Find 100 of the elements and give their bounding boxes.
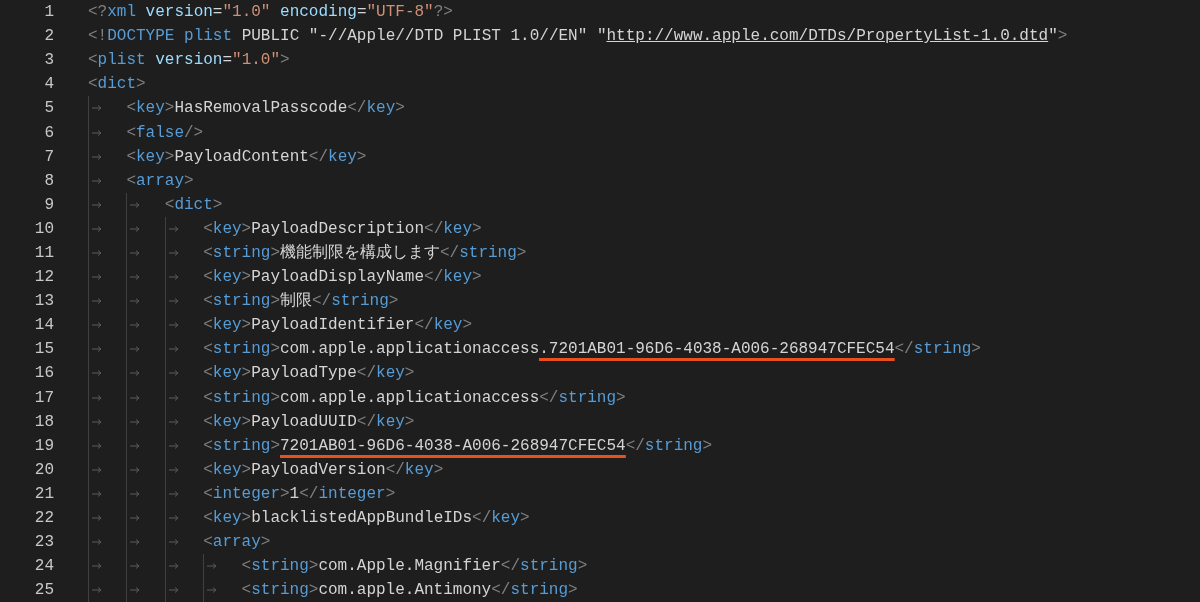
line-number: 20 [33, 460, 54, 479]
line-number: 3 [43, 51, 54, 70]
line-number: 12 [33, 268, 54, 287]
tab-arrow-icon [92, 370, 102, 377]
line-number: 11 [33, 244, 54, 262]
code-line: <!DOCTYPE plist PUBLIC "-//Apple//DTD PLIST 1.0//EN" "http://www.apple.com/DTDs/PropertyList-1.0.dtd"> [88, 26, 1068, 48]
line-number: 23 [33, 533, 54, 552]
tab-arrow-icon [207, 587, 218, 594]
line-number: 19 [33, 436, 54, 455]
tab-arrow-icon [130, 587, 141, 594]
tab-arrow-icon [92, 466, 102, 473]
line-number: 24 [33, 557, 54, 576]
line-number: 6 [43, 123, 54, 142]
tab-arrow-icon [207, 563, 218, 570]
tab-arrow-icon [92, 515, 102, 521]
tab-arrow-icon [130, 490, 141, 497]
code-line: <key>HasRemovalPasscode</key> [126, 98, 405, 120]
code-line: <string>com.Apple.Magnifier</string> [241, 556, 588, 578]
code-line: <string>com.apple.Antimony</string> [241, 580, 578, 602]
tab-arrow-icon [168, 298, 179, 305]
line-number: 16 [33, 364, 54, 383]
tab-arrow-icon [168, 274, 179, 281]
line-number: 14 [33, 316, 54, 335]
tab-arrow-icon [92, 201, 102, 208]
line-number: 5 [43, 99, 54, 118]
code-line: <false/> [126, 122, 204, 144]
tab-arrow-icon [168, 418, 179, 425]
tab-arrow-icon [92, 539, 102, 546]
tab-arrow-icon [92, 442, 102, 449]
line-number: 21 [33, 484, 54, 503]
tab-arrow-icon [92, 394, 102, 401]
tab-arrow-icon [92, 225, 102, 232]
tab-arrow-icon [92, 587, 102, 594]
tab-arrow-icon [168, 394, 179, 401]
line-number: 15 [33, 340, 54, 359]
line-number: 7 [43, 147, 54, 166]
tab-arrow-icon [130, 394, 141, 401]
line-number: 22 [33, 509, 54, 527]
code-line: <key>PayloadVersion</key> [203, 459, 444, 481]
line-number: 17 [33, 388, 54, 407]
code-line: <string>com.apple.applicationaccess.7201AB01-96D6-4038-A006-268947CFEC54</string> [203, 337, 981, 362]
code-line: <key>blacklistedAppBundleIDs</key> [203, 508, 530, 529]
tab-arrow-icon [92, 418, 102, 425]
tab-arrow-icon [168, 466, 179, 473]
line-number: 10 [33, 219, 54, 238]
tab-arrow-icon [168, 322, 179, 329]
tab-arrow-icon [130, 250, 141, 256]
code-line: <key>PayloadDisplayName</key> [203, 267, 482, 289]
line-number: 18 [33, 412, 54, 431]
line-number: 8 [43, 171, 54, 190]
tab-arrow-icon [92, 322, 102, 329]
code-line: <integer>1</integer> [203, 483, 396, 505]
tab-arrow-icon [168, 250, 179, 256]
tab-arrow-icon [130, 274, 141, 281]
tab-arrow-icon [92, 153, 102, 160]
tab-arrow-icon [130, 515, 141, 521]
code-line: <key>PayloadUUID</key> [203, 411, 415, 433]
code-line: <key>PayloadDescription</key> [203, 218, 482, 240]
code-line: <string>機能制限を構成します</string> [203, 243, 527, 264]
tab-arrow-icon [168, 370, 179, 377]
code-line: <string>com.apple.applicationaccess</string> [203, 387, 626, 409]
tab-arrow-icon [168, 515, 179, 521]
line-number: 25 [33, 581, 54, 600]
tab-arrow-icon [92, 177, 102, 184]
tab-arrow-icon [130, 418, 141, 425]
tab-arrow-icon [92, 129, 102, 136]
code-line: <dict> [164, 194, 223, 216]
code-line: <?xml version="1.0" encoding="UTF-8"?> [88, 2, 453, 24]
tab-arrow-icon [92, 563, 102, 570]
tab-arrow-icon [168, 563, 179, 570]
tab-arrow-icon [92, 346, 102, 353]
tab-arrow-icon [130, 466, 141, 473]
code-line: <array> [126, 170, 194, 192]
line-number: 2 [43, 27, 54, 46]
tab-arrow-icon [130, 539, 141, 546]
code-line: <array> [203, 532, 271, 554]
tab-arrow-icon [92, 250, 102, 256]
code-line: <plist version="1.0"> [88, 50, 290, 72]
tab-arrow-icon [168, 539, 179, 546]
tab-arrow-icon [92, 274, 102, 281]
tab-arrow-icon [168, 587, 179, 594]
code-line: <key>PayloadIdentifier</key> [203, 315, 473, 337]
tab-arrow-icon [92, 298, 102, 305]
code-line: <dict> [88, 74, 146, 96]
line-number: 13 [33, 292, 54, 311]
tab-arrow-icon [92, 490, 102, 497]
code-line: <string>制限</string> [203, 291, 399, 313]
line-number: 4 [43, 75, 54, 94]
tab-arrow-icon [130, 322, 141, 329]
tab-arrow-icon [92, 105, 102, 112]
tab-arrow-icon [130, 298, 141, 305]
line-number: 1 [43, 3, 54, 22]
tab-arrow-icon [130, 442, 141, 449]
tab-arrow-icon [130, 346, 141, 353]
tab-arrow-icon [130, 225, 141, 232]
line-number: 9 [43, 195, 54, 214]
tab-arrow-icon [168, 346, 179, 353]
tab-arrow-icon [130, 563, 141, 570]
tab-arrow-icon [130, 370, 141, 377]
tab-arrow-icon [168, 225, 179, 232]
